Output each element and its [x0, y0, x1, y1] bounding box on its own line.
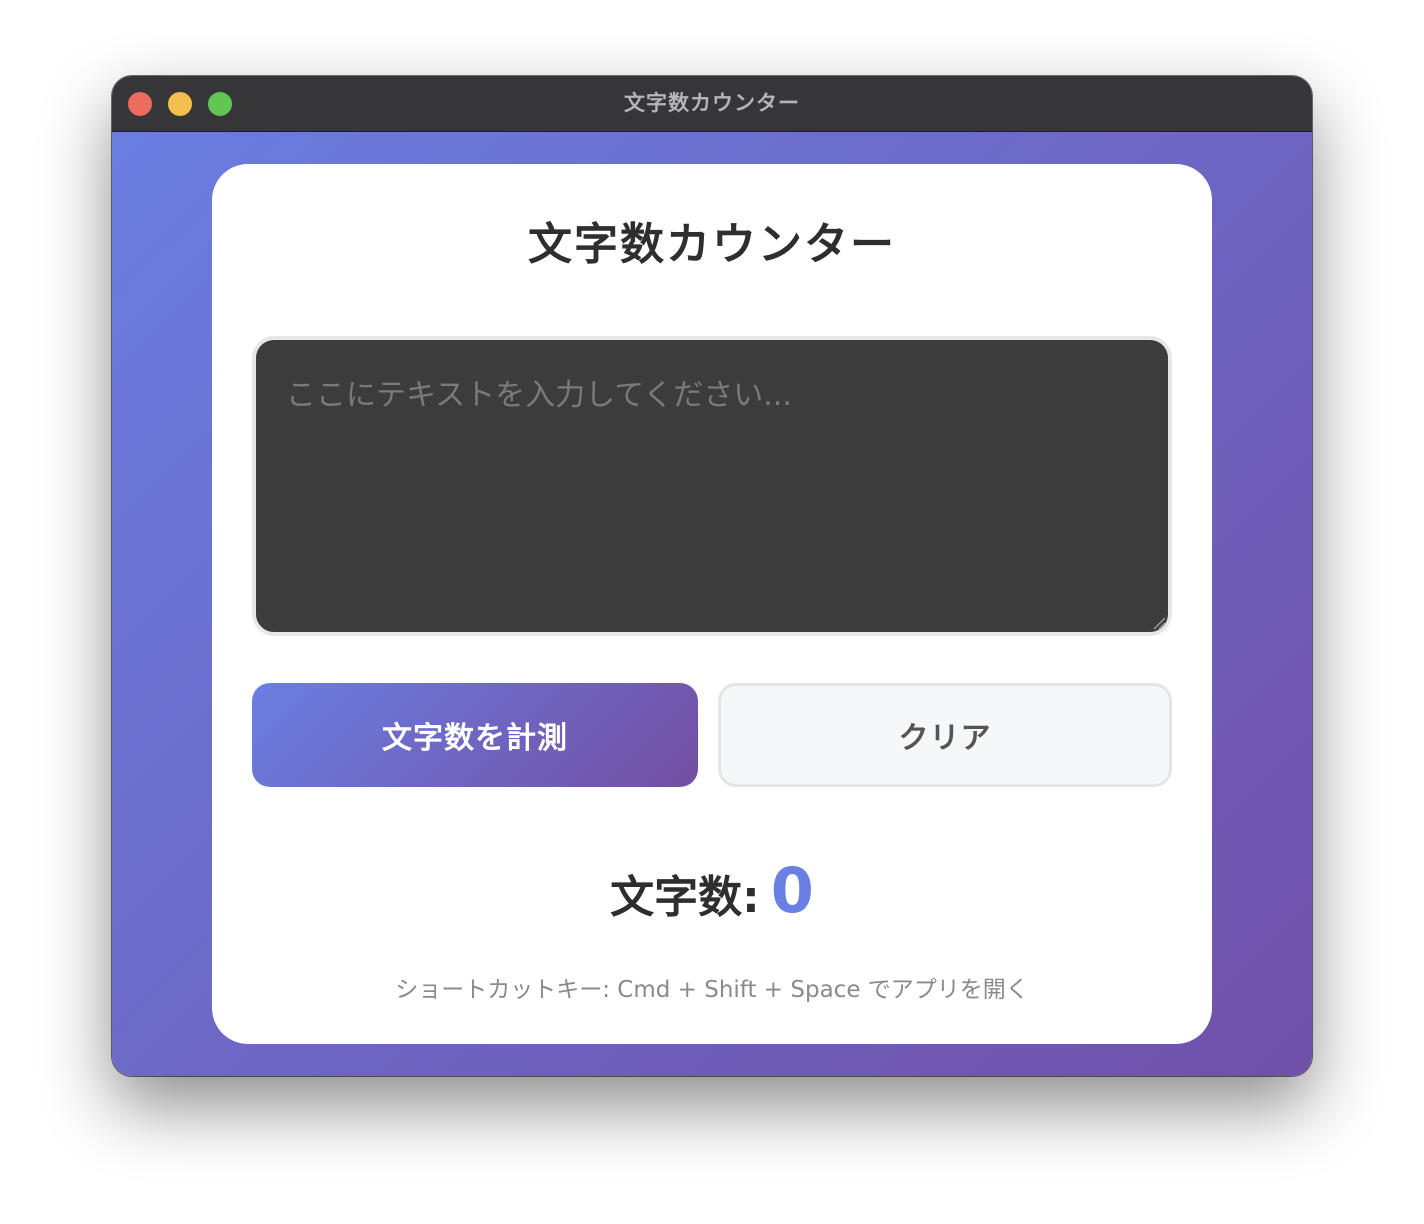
text-input[interactable] [256, 340, 1168, 632]
window-title: 文字数カウンター [624, 91, 800, 115]
resize-grip-icon[interactable] [1152, 616, 1166, 630]
titlebar[interactable]: 文字数カウンター [112, 76, 1312, 132]
character-count-value: 0 [770, 854, 814, 927]
text-input-container [252, 336, 1172, 636]
main-card: 文字数カウンター 文字数を計測 クリア 文字数: 0 ショートカットキー: Cm… [212, 164, 1212, 1044]
page-title: 文字数カウンター [528, 219, 896, 270]
shortcut-hint: ショートカットキー: Cmd + Shift + Space でアプリを開く [395, 977, 1029, 1003]
app-window: 文字数カウンター 文字数カウンター 文字数を計測 クリア 文字数: 0 ショート… [112, 76, 1312, 1076]
result-display: 文字数: 0 [212, 854, 1212, 927]
result-label: 文字数: [610, 872, 760, 923]
count-button[interactable]: 文字数を計測 [252, 683, 698, 787]
clear-button[interactable]: クリア [718, 683, 1172, 787]
